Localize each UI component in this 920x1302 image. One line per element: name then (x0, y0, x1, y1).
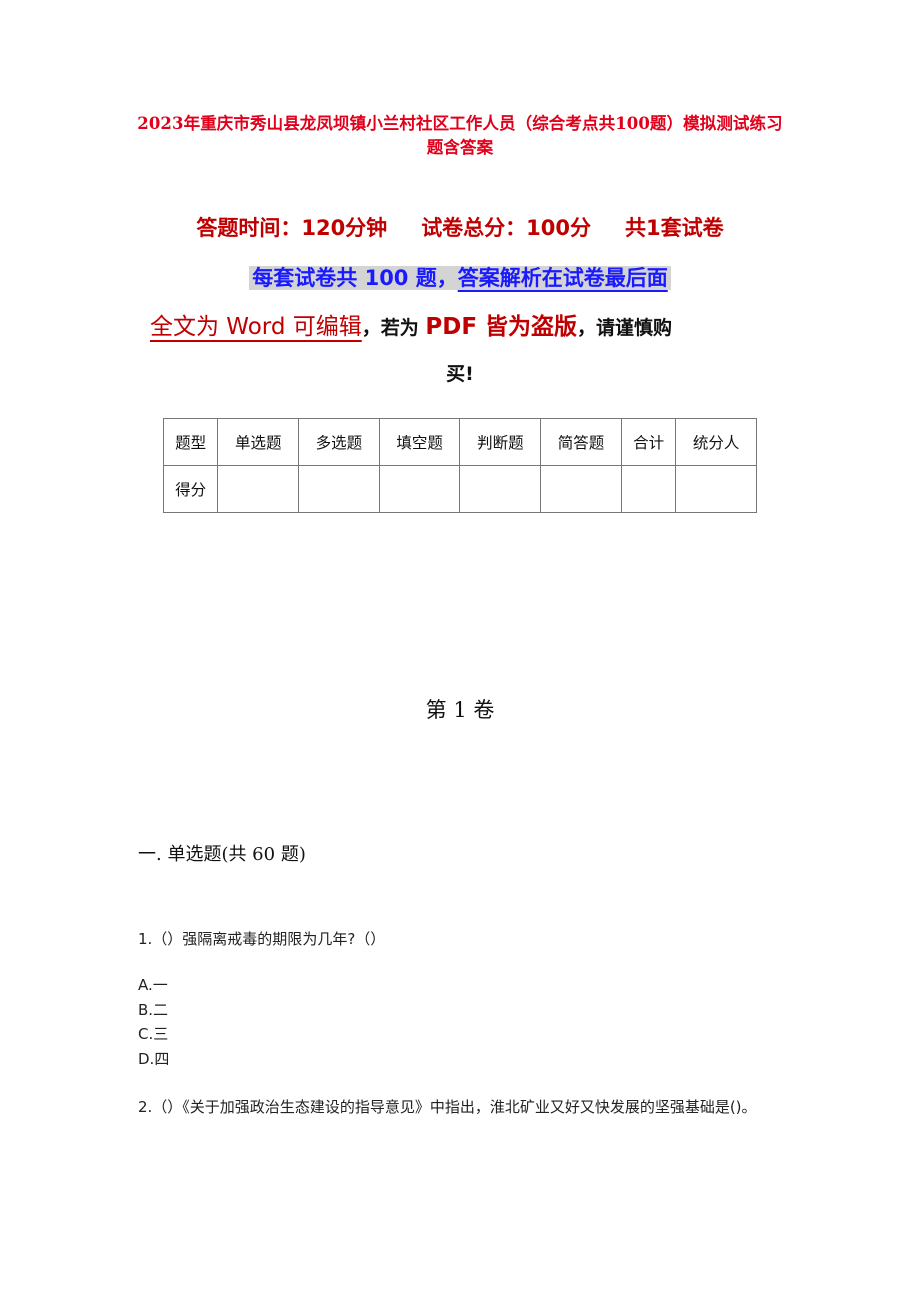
option-a: A.一 (138, 976, 168, 994)
score-table-header-cell: 合计 (620, 418, 677, 466)
warning-text-1: ，若为 (361, 317, 426, 339)
warning-pirated: PDF 皆为盗版 (425, 314, 578, 340)
exam-sets: 共1套试卷 (625, 216, 724, 240)
score-cell (217, 465, 300, 513)
document-title: 2023年重庆市秀山县龙凤坝镇小兰村社区工作人员（综合考点共100题）模拟测试练… (137, 114, 783, 157)
score-cell (378, 465, 461, 513)
exam-total-score: 试卷总分：100分 (421, 216, 592, 240)
volume-title: 第 1 卷 (425, 698, 495, 722)
score-cell (620, 465, 677, 513)
warning-text-2: ，请谨慎购 (577, 317, 673, 339)
score-table-header-cell: 单选题 (217, 418, 300, 466)
question-1-text: 1.（）强隔离戒毒的期限为几年?（） (138, 930, 386, 948)
score-table-score-row: 得分 (162, 465, 757, 513)
score-table-header-cell: 简答题 (540, 418, 622, 466)
exam-meta-line: 答题时间：120分钟 试卷总分：100分 共1套试卷 (0, 212, 920, 244)
score-table-header-cell: 判断题 (459, 418, 542, 466)
question-1-options: A.一 B.二 C.三 D.四 (138, 973, 169, 1071)
option-b: B.二 (138, 1000, 169, 1019)
answer-notice-highlight: 每套试卷共 100 题，答案解析在试卷最后面 (249, 266, 671, 290)
score-table-header-cell: 多选题 (298, 418, 380, 466)
warning-text-3: 买! (446, 363, 474, 385)
document-page: 2023年重庆市秀山县龙凤坝镇小兰村社区工作人员（综合考点共100题）模拟测试练… (0, 0, 920, 1302)
score-cell (540, 465, 622, 513)
notice-answer-location: 答案解析在试卷最后面 (457, 266, 668, 290)
score-table-header-cell: 填空题 (378, 418, 461, 466)
question-2-text: 2.（）《关于加强政治生态建设的指导意见》中指出，淮北矿业又好又快发展的坚强基础… (138, 1098, 757, 1116)
option-d: D.四 (138, 1049, 170, 1068)
copyright-warning: 全文为 Word 可编辑，若为 PDF 皆为盗版，请谨慎购 (150, 309, 780, 346)
score-table-header-cell: 统分人 (675, 418, 757, 466)
score-table-row-label: 得分 (162, 465, 219, 513)
section-title: 一. 单选题(共 60 题) (138, 844, 306, 865)
score-cell (675, 465, 757, 513)
score-table-header-cell: 题型 (162, 418, 219, 466)
notice-question-count: 每套试卷共 100 题， (252, 266, 458, 290)
score-cell (298, 465, 380, 513)
exam-time: 答题时间：120分钟 (196, 216, 388, 240)
answer-notice: 每套试卷共 100 题，答案解析在试卷最后面 (0, 262, 920, 294)
score-cell (459, 465, 542, 513)
warning-editable: 全文为 Word 可编辑 (150, 314, 362, 340)
score-table: 题型 单选题 多选题 填空题 判断题 简答题 合计 统分人 得分 (162, 418, 757, 513)
option-c: C.三 (138, 1025, 169, 1043)
score-table-header-row: 题型 单选题 多选题 填空题 判断题 简答题 合计 统分人 (162, 418, 757, 466)
